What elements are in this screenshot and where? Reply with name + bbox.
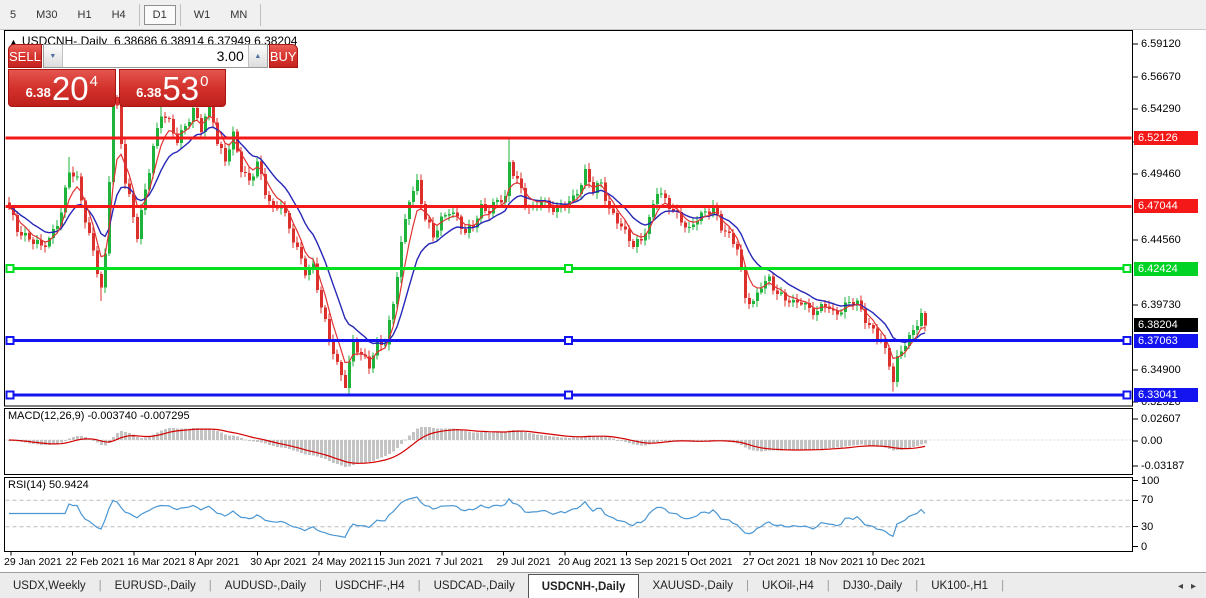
date-axis-label: 7 Jul 2021 <box>434 556 484 568</box>
price-axis-tick: 6.59120 <box>1141 38 1181 50</box>
toolbar-separator <box>179 3 181 26</box>
date-axis-label: 18 Nov 2021 <box>804 556 864 568</box>
date-axis-label: 22 Feb 2021 <box>65 556 125 568</box>
price-level-badge: 6.47044 <box>1134 199 1198 214</box>
date-axis-label: 27 Oct 2021 <box>742 556 801 568</box>
ask-price-pip: 0 <box>200 73 209 90</box>
price-axis-tick: 6.56670 <box>1141 70 1181 83</box>
price-axis-tick: 6.39730 <box>1141 298 1181 311</box>
date-axis-label: 5 Oct 2021 <box>681 556 733 568</box>
one-click-trade-panel: SELL ▼ ▲ BUY 6.38 20 4 6.38 53 0 <box>8 44 298 107</box>
rsi-axis-tick: 70 <box>1141 494 1154 507</box>
date-axis-label: 29 Jul 2021 <box>496 556 551 568</box>
volume-spinner: ▼ ▲ <box>42 44 268 68</box>
ask-price-big: 53 <box>162 70 200 107</box>
volume-increase-button[interactable]: ▲ <box>247 45 267 67</box>
timeframe-button-5[interactable]: 5 <box>1 5 25 25</box>
price-level-badge: 6.37063 <box>1134 333 1198 348</box>
toolbar-separator <box>260 3 262 26</box>
rsi-axis-tick: 100 <box>1141 474 1160 487</box>
chart-tab-bar: USDX,Weekly | EURUSD-,Daily | AUDUSD-,Daily |… <box>0 572 1206 598</box>
tab-separator: | <box>1001 580 1005 592</box>
tab-scroll-right-icon[interactable]: ▸ <box>1191 581 1196 592</box>
rsi-indicator-label: RSI(14) 50.9424 <box>8 479 89 491</box>
date-axis-label: 10 Dec 2021 <box>865 556 926 568</box>
date-axis-label: 30 Apr 2021 <box>250 556 307 568</box>
tab-usdcnh-daily[interactable]: USDCNH-,Daily <box>527 574 640 598</box>
macd-axis-tick: -0.03187 <box>1141 460 1185 472</box>
price-axis-tick: 6.44560 <box>1141 233 1181 246</box>
macd-indicator-label: MACD(12,26,9) -0.003740 -0.007295 <box>8 410 190 422</box>
timeframe-button-h1[interactable]: H1 <box>69 5 101 25</box>
chart-canvas[interactable] <box>0 30 1206 572</box>
tab-xauusd-daily[interactable]: XAUUSD-,Daily <box>639 573 746 598</box>
macd-axis-tick: 0.02607 <box>1141 413 1181 425</box>
date-axis-label: 8 Apr 2021 <box>188 556 240 568</box>
toolbar-separator <box>138 3 140 26</box>
price-level-badge: 6.52126 <box>1134 131 1198 146</box>
date-axis-label: 13 Sep 2021 <box>619 556 680 568</box>
price-axis-tick: 6.34900 <box>1141 363 1181 376</box>
tab-ukoil-h4[interactable]: UKOil-,H4 <box>749 573 827 598</box>
timeframe-button-d1[interactable]: D1 <box>143 4 176 25</box>
buy-button[interactable]: BUY <box>268 44 298 68</box>
price-level-badge: 6.33041 <box>1134 387 1198 402</box>
tab-eurusd-daily[interactable]: EURUSD-,Daily <box>102 573 209 598</box>
bid-price-prefix: 6.38 <box>25 85 51 100</box>
tab-audusd-daily[interactable]: AUDUSD-,Daily <box>212 573 319 598</box>
date-axis-label: 20 Aug 2021 <box>558 556 618 568</box>
timeframe-button-h4[interactable]: H4 <box>103 5 135 25</box>
rsi-panel-frame <box>4 477 1133 552</box>
macd-axis-tick: 0.00 <box>1141 435 1163 447</box>
tab-usdx-weekly[interactable]: USDX,Weekly <box>0 573 99 598</box>
price-axis-tick: 6.49460 <box>1141 167 1181 180</box>
trading-platform-window: 5 M30 H1 H4 D1 W1 MN ▲ USDCNH-,Daily 6.38686 6.… <box>0 0 1206 598</box>
ask-price-prefix: 6.38 <box>136 85 162 100</box>
bid-price-big: 20 <box>51 70 89 107</box>
timeframe-button-mn[interactable]: MN <box>221 5 256 25</box>
timeframe-toolbar: 5 M30 H1 H4 D1 W1 MN <box>0 0 1206 30</box>
volume-input[interactable] <box>62 45 248 67</box>
date-axis-label: 16 Mar 2021 <box>127 556 187 568</box>
timeframe-button-m30[interactable]: M30 <box>27 5 66 25</box>
date-axis-label: 15 Jun 2021 <box>373 556 432 568</box>
tab-scroll-left-icon[interactable]: ◂ <box>1178 581 1183 592</box>
tab-dj30-daily[interactable]: DJ30-,Daily <box>830 573 915 598</box>
date-axis-label: 24 May 2021 <box>311 556 373 568</box>
bid-price-pip: 4 <box>89 73 98 90</box>
price-level-badge: 6.42424 <box>1134 261 1198 276</box>
chart-window[interactable]: ▲ USDCNH-,Daily 6.38686 6.38914 6.37949 6… <box>0 30 1206 572</box>
sell-button[interactable]: SELL <box>8 44 42 68</box>
ask-price-box[interactable]: 6.38 53 0 <box>118 69 226 107</box>
tab-usdcad-daily[interactable]: USDCAD-,Daily <box>421 573 528 598</box>
rsi-axis-tick: 30 <box>1141 520 1154 533</box>
rsi-axis-tick: 0 <box>1141 540 1148 553</box>
tab-uk100-h1[interactable]: UK100-,H1 <box>918 573 1001 598</box>
price-axis-tick: 6.54290 <box>1141 102 1181 115</box>
date-axis-label: 29 Jan 2021 <box>4 556 62 568</box>
bid-price-box[interactable]: 6.38 20 4 <box>8 69 116 107</box>
tab-usdchf-h4[interactable]: USDCHF-,H4 <box>322 573 418 598</box>
timeframe-button-w1[interactable]: W1 <box>185 5 220 25</box>
price-level-badge: 6.38204 <box>1134 318 1198 333</box>
volume-decrease-button[interactable]: ▼ <box>43 45 63 67</box>
